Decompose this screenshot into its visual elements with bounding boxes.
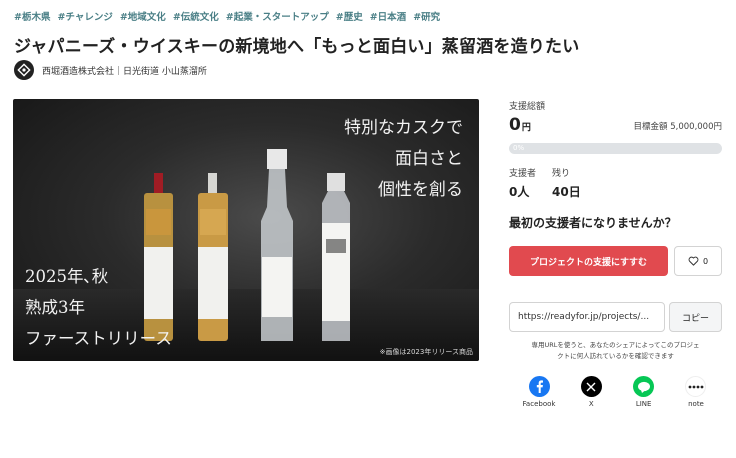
like-count: 0 xyxy=(702,256,709,266)
share-line[interactable]: LINE xyxy=(624,376,664,408)
hero-release-line: 2025年､秋 xyxy=(25,267,109,286)
share-x[interactable]: X xyxy=(571,376,611,408)
social-share: Facebook X LINE note xyxy=(509,376,722,408)
project-sidebar: 支援総額 0円 目標金額 5,000,000円 0% 支援者 0人 残り 40日… xyxy=(509,99,722,408)
owner-name-link[interactable]: 西堀酒造株式会社｜日光街道 小山蒸溜所 xyxy=(42,64,207,77)
tag-link[interactable]: #日本酒 xyxy=(370,9,406,23)
share-note: 専用URLを使うと、あなたのシェアによってこのプロジェ クトに何人訪れているかを… xyxy=(509,340,722,362)
social-label: X xyxy=(588,400,594,408)
tag-link[interactable]: #チャレンジ xyxy=(57,9,112,23)
tag-list: #栃木県 #チャレンジ #地域文化 #伝統文化 #起業・スタートアップ #歴史 … xyxy=(14,9,440,23)
owner-info: 西堀酒造株式会社｜日光街道 小山蒸溜所 xyxy=(14,60,207,80)
tag-link[interactable]: #地域文化 xyxy=(120,9,166,23)
amount-value: 0 xyxy=(509,115,521,135)
share-note-line: 専用URLを使うと、あなたのシェアによってこのプロジェ xyxy=(531,341,700,349)
heart-icon xyxy=(688,256,699,266)
hero-copy-line: 個性を創る xyxy=(378,180,463,200)
hero-copy-line: 面白さと xyxy=(395,149,463,169)
amount-unit: 円 xyxy=(521,123,531,133)
total-label: 支援総額 xyxy=(509,102,546,112)
share-url-row: コピー xyxy=(509,302,722,332)
progress-bar: 0% xyxy=(509,143,722,154)
amount-row: 0円 目標金額 5,000,000円 xyxy=(509,115,722,135)
share-note-service[interactable]: note xyxy=(676,376,716,408)
note-icon xyxy=(685,376,707,397)
supporters-value: 0人 xyxy=(509,185,530,199)
social-label: LINE xyxy=(635,400,652,408)
hero-release-line: ファーストリリース xyxy=(25,329,172,348)
tag-link[interactable]: #研究 xyxy=(413,9,440,23)
hero-release-line: 熟成3年 xyxy=(25,298,85,317)
x-icon xyxy=(580,376,602,397)
tag-link[interactable]: #起業・スタートアップ xyxy=(226,9,329,23)
page-title: ジャパニーズ・ウイスキーの新境地へ「もっと面白い」蒸留酒を造りたい xyxy=(14,37,580,57)
remaining-label: 残り xyxy=(552,169,571,179)
like-button[interactable]: 0 xyxy=(674,246,722,276)
remaining-stat: 残り 40日 xyxy=(552,166,581,200)
goal-amount: 目標金額 5,000,000円 xyxy=(633,122,722,132)
hero-image: 特別なカスクで 面白さと 個性を創る 2025年､秋 熟成3年 ファーストリリー… xyxy=(13,99,479,361)
copy-button[interactable]: コピー xyxy=(669,302,722,332)
facebook-icon xyxy=(528,376,550,397)
action-buttons: プロジェクトの支援にすすむ 0 xyxy=(509,246,722,276)
social-label: note xyxy=(688,400,704,408)
share-url-input[interactable] xyxy=(509,302,665,332)
progress-text: 0% xyxy=(513,144,525,152)
hero-footnote: ※画像は2023年リリース商品 xyxy=(379,348,473,356)
hero-copy-line: 特別なカスクで xyxy=(344,118,463,138)
owner-logo-icon[interactable] xyxy=(14,60,34,80)
supporters-stat: 支援者 0人 xyxy=(509,166,536,200)
line-icon xyxy=(633,376,655,397)
total-amount: 0円 xyxy=(509,115,531,135)
share-facebook[interactable]: Facebook xyxy=(519,376,559,408)
hero-copy: 特別なカスクで 面白さと 個性を創る xyxy=(344,113,463,206)
stats-row: 支援者 0人 残り 40日 xyxy=(509,166,722,200)
support-button[interactable]: プロジェクトの支援にすすむ xyxy=(509,246,668,276)
remaining-value: 40日 xyxy=(552,185,581,199)
social-label: Facebook xyxy=(522,400,556,408)
tag-link[interactable]: #栃木県 xyxy=(14,9,50,23)
cta-heading: 最初の支援者になりませんか？ xyxy=(509,216,677,230)
share-note-line: クトに何人訪れているかを確認できます xyxy=(557,352,674,360)
supporters-label: 支援者 xyxy=(509,169,537,179)
hero-release-info: 2025年､秋 熟成3年 ファーストリリース xyxy=(25,261,172,354)
tag-link[interactable]: #歴史 xyxy=(336,9,363,23)
tag-link[interactable]: #伝統文化 xyxy=(173,9,219,23)
